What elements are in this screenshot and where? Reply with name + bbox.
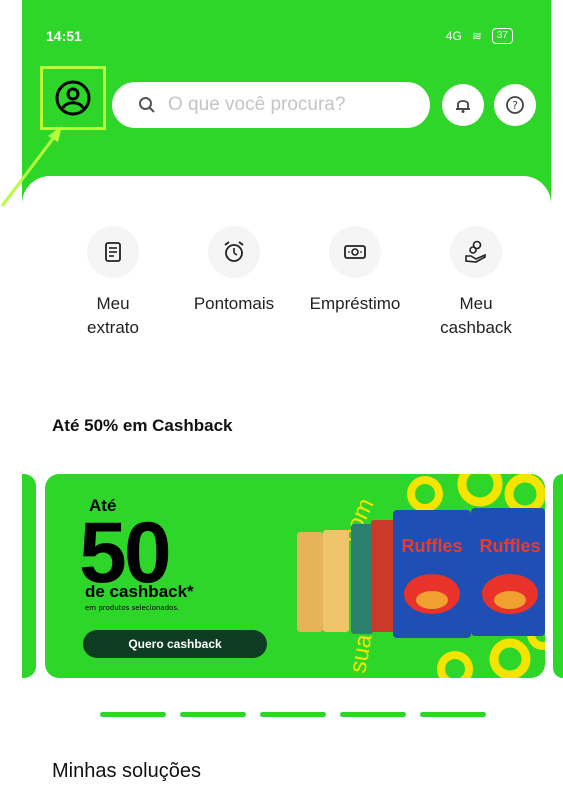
quick-action-meu-cashback[interactable]: Meu cashback: [416, 226, 536, 340]
banner-subtitle: de cashback*: [85, 582, 194, 601]
search-input[interactable]: [166, 93, 420, 117]
battery-icon: 37: [491, 28, 513, 44]
quick-action-meu-extrato[interactable]: Meu extrato: [53, 226, 173, 340]
user-profile-icon: [55, 80, 91, 116]
carousel-dot[interactable]: [180, 712, 246, 717]
status-system-icons: 4G ≋ 37: [446, 28, 513, 44]
alarm-clock-icon: [224, 241, 244, 262]
quick-action-label: Empréstimo: [309, 294, 401, 313]
help-icon: ?: [506, 96, 524, 114]
carousel-dot[interactable]: [420, 712, 486, 717]
quick-action-label: Meu cashback: [440, 294, 512, 337]
status-time: 14:51: [46, 28, 82, 44]
status-bar: 14:51 ▸ ··· 4G ≋ 37: [22, 22, 527, 750]
hand-coin-icon: [465, 240, 486, 263]
search-icon: [139, 97, 155, 113]
money-icon: [344, 245, 366, 259]
carousel-pagination: [100, 712, 486, 717]
svg-text:sua: sua: [344, 632, 377, 675]
svg-text:Ruffles: Ruffles: [479, 536, 540, 556]
quick-action-label: Pontomais: [193, 294, 275, 313]
cashback-banner[interactable]: Até 50 de cashback* em produtos selecion…: [45, 474, 545, 678]
carousel-dot[interactable]: [100, 712, 166, 717]
carousel-next-peek[interactable]: [553, 474, 563, 678]
quick-action-emprestimo[interactable]: Empréstimo: [295, 226, 415, 316]
bell-icon: [456, 100, 470, 113]
quero-cashback-button[interactable]: Quero cashback: [83, 630, 267, 658]
carousel-dot[interactable]: [340, 712, 406, 717]
notifications-button[interactable]: [442, 84, 484, 126]
banner-brand: Ruffles: [401, 536, 462, 556]
statement-icon: [105, 242, 121, 262]
quick-action-label: Meu extrato: [87, 294, 139, 337]
section-title: Até 50% em Cashback: [52, 416, 233, 435]
signal-icon: 4G: [445, 29, 462, 43]
wifi-icon: ≋: [471, 29, 482, 43]
help-button[interactable]: ?: [494, 84, 536, 126]
banner-disclaimer: em produtos selecionados.: [85, 604, 180, 612]
solutions-title: Minhas soluções: [52, 760, 201, 782]
banner-product-art: com sua Ruffles Ruffles: [297, 474, 545, 678]
search-bar[interactable]: [112, 82, 430, 128]
quick-action-pontomais[interactable]: Pontomais: [174, 226, 294, 316]
svg-text:?: ?: [512, 99, 518, 112]
carousel-dot[interactable]: [260, 712, 326, 717]
carousel-prev-peek[interactable]: [22, 474, 36, 678]
